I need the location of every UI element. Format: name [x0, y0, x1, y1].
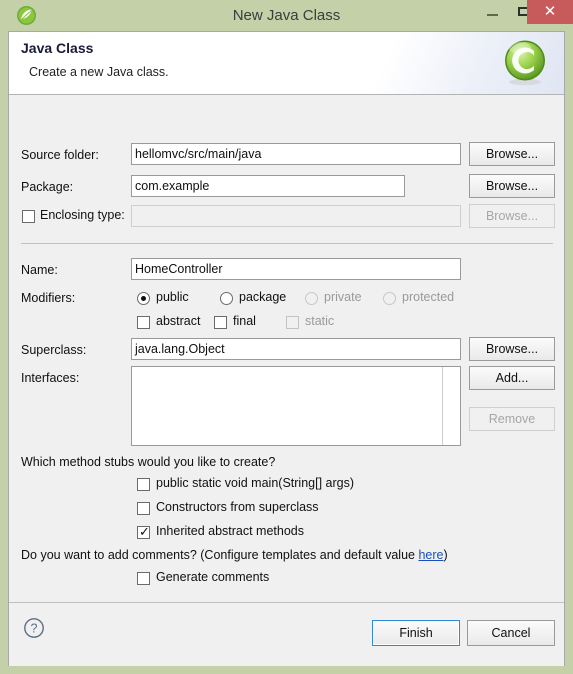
modifier-radio-public[interactable]: [137, 292, 150, 305]
enclosing-type-input: [131, 205, 461, 227]
dialog-footer: ? Finish Cancel: [9, 602, 564, 666]
modifier-radio-private: [305, 292, 318, 305]
stub-label-constructors: Constructors from superclass: [156, 500, 319, 514]
modifier-checkbox-static: [286, 316, 299, 329]
listbox-scroll-divider: [442, 367, 443, 445]
stub-label-inherited: Inherited abstract methods: [156, 524, 304, 538]
source-folder-browse-button[interactable]: Browse...: [469, 142, 555, 166]
modifier-label-private: private: [324, 290, 362, 304]
modifier-radio-protected: [383, 292, 396, 305]
configure-templates-link[interactable]: here: [418, 548, 443, 562]
modifier-label-protected: protected: [402, 290, 455, 304]
stub-checkbox-inherited[interactable]: ✓: [137, 524, 150, 539]
cancel-button[interactable]: Cancel: [467, 620, 555, 646]
interfaces-label: Interfaces:: [21, 371, 80, 385]
header-title: Java Class: [21, 40, 94, 56]
title-bar: New Java Class ✕: [0, 0, 573, 31]
stub-checkbox-constructors[interactable]: [137, 502, 150, 515]
close-button[interactable]: ✕: [527, 0, 573, 24]
dialog-header: Java Class Create a new Java class.: [9, 32, 564, 95]
header-subtitle: Create a new Java class.: [29, 65, 169, 79]
source-folder-input[interactable]: hellomvc/src/main/java: [131, 143, 461, 165]
modifier-label-package: package: [239, 290, 287, 304]
minimize-icon: [487, 14, 498, 16]
superclass-browse-button[interactable]: Browse...: [469, 337, 555, 361]
package-browse-button[interactable]: Browse...: [469, 174, 555, 198]
interfaces-listbox[interactable]: [131, 366, 461, 446]
modifier-label-public: public: [156, 290, 189, 304]
minimize-button[interactable]: [478, 0, 506, 24]
checkmark-icon: ✓: [139, 524, 150, 539]
svg-text:?: ?: [31, 622, 38, 636]
interfaces-remove-button: Remove: [469, 407, 555, 431]
section-divider-1: [21, 243, 553, 244]
enclosing-type-checkbox[interactable]: [22, 210, 35, 223]
package-label: Package:: [21, 180, 74, 194]
interfaces-add-button[interactable]: Add...: [469, 366, 555, 390]
dialog-content: Source folder: hellomvc/src/main/java Br…: [9, 95, 564, 602]
new-java-class-dialog-window: New Java Class ✕ Java Class Create a new…: [0, 0, 573, 674]
method-stubs-question: Which method stubs would you like to cre…: [21, 455, 276, 469]
modifier-label-final: final: [233, 314, 256, 328]
comments-question-suffix: ): [443, 548, 448, 562]
modifier-label-static: static: [305, 314, 335, 328]
modifier-checkbox-abstract[interactable]: [137, 316, 150, 329]
modifier-label-abstract: abstract: [156, 314, 201, 328]
comments-question-prefix: Do you want to add comments? (Configure …: [21, 548, 419, 562]
class-name-label: Name:: [21, 263, 58, 277]
package-input[interactable]: com.example: [131, 175, 405, 197]
finish-button[interactable]: Finish: [372, 620, 460, 646]
source-folder-label: Source folder:: [21, 148, 99, 162]
comments-question: Do you want to add comments? (Configure …: [21, 548, 448, 562]
generate-comments-label: Generate comments: [156, 570, 270, 584]
modifier-checkbox-final[interactable]: [214, 316, 227, 329]
superclass-input[interactable]: java.lang.Object: [131, 338, 461, 360]
java-class-icon: [500, 37, 550, 87]
modifiers-label: Modifiers:: [21, 291, 76, 305]
generate-comments-checkbox[interactable]: [137, 572, 150, 585]
enclosing-type-browse-button: Browse...: [469, 204, 555, 228]
stub-label-main: public static void main(String[] args): [156, 476, 354, 490]
close-icon: ✕: [543, 3, 557, 20]
class-name-input[interactable]: HomeController: [131, 258, 461, 280]
enclosing-type-label: Enclosing type:: [40, 208, 125, 222]
stub-checkbox-main[interactable]: [137, 478, 150, 491]
dialog-panel: Java Class Create a new Java class. Sour…: [8, 31, 565, 666]
help-question-icon[interactable]: ?: [23, 617, 45, 639]
modifier-radio-package[interactable]: [220, 292, 233, 305]
superclass-label: Superclass:: [21, 343, 87, 357]
radio-dot-icon: [141, 296, 146, 301]
